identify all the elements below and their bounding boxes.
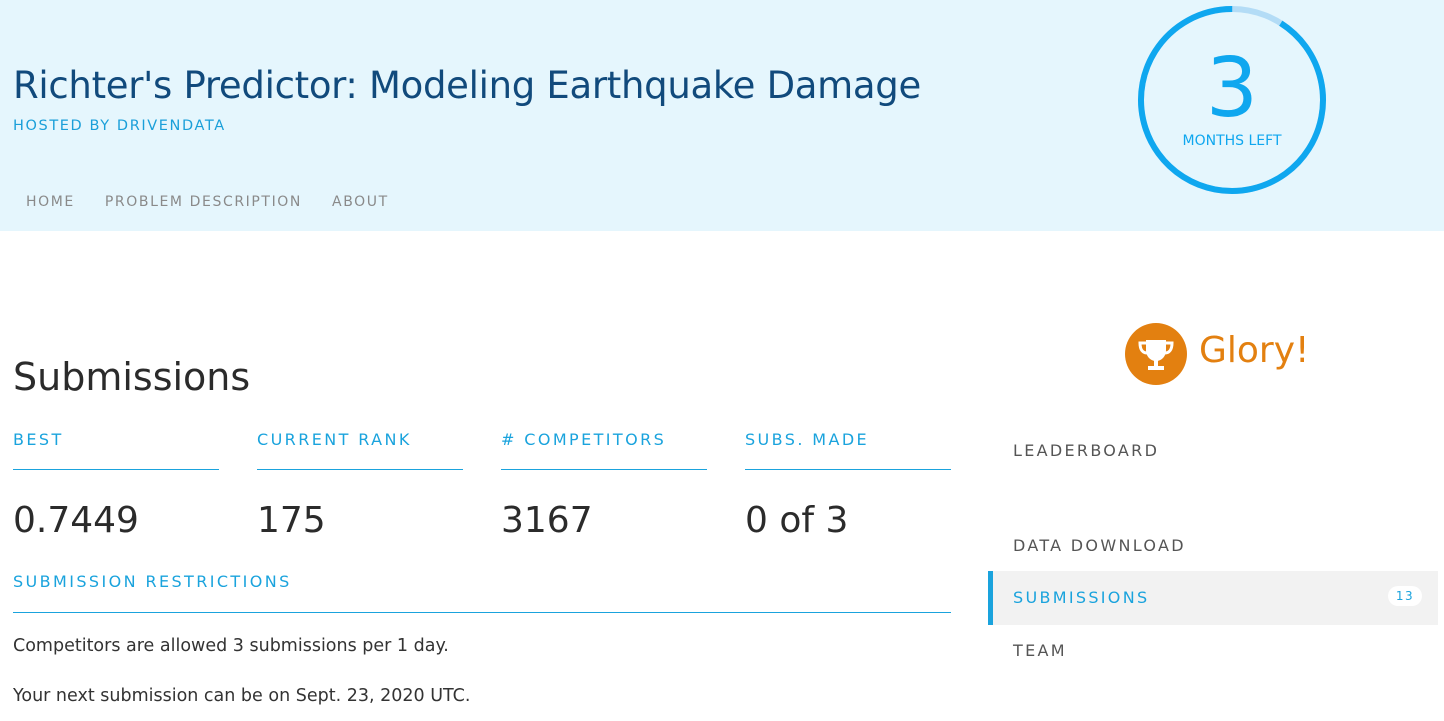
next-submission-date: Your next submission can be on Sept. 23,… (13, 686, 471, 706)
nav-about[interactable]: ABOUT (332, 194, 389, 210)
trophy-icon (1125, 323, 1187, 385)
competition-title: Richter's Predictor: Modeling Earthquake… (13, 64, 921, 107)
stat-subs-label: SUBS. MADE (745, 430, 870, 449)
competition-header: Richter's Predictor: Modeling Earthquake… (0, 0, 1444, 231)
restriction-rate: Competitors are allowed 3 submissions pe… (13, 636, 449, 656)
prize-label: Glory! (1199, 330, 1310, 371)
nav-problem-description[interactable]: PROBLEM DESCRIPTION (105, 194, 302, 210)
stat-competitors-label: # COMPETITORS (501, 430, 667, 449)
stat-rank-label: CURRENT RANK (257, 430, 412, 449)
sidebar-item-data-download[interactable]: DATA DOWNLOAD (1013, 536, 1186, 555)
stat-best-label: BEST (13, 430, 64, 449)
submissions-count-badge: 13 (1388, 586, 1422, 606)
countdown-label: MONTHS LEFT (1182, 133, 1282, 149)
sidebar-item-label: SUBMISSIONS (1013, 588, 1150, 607)
competition-nav: HOME PROBLEM DESCRIPTION ABOUT (26, 194, 419, 210)
restrictions-heading: SUBMISSION RESTRICTIONS (13, 572, 951, 613)
nav-home[interactable]: HOME (26, 194, 75, 210)
stat-competitors-value: 3167 (501, 500, 593, 541)
restrictions-heading-text: SUBMISSION RESTRICTIONS (13, 572, 292, 591)
host-label[interactable]: HOSTED BY DRIVENDATA (13, 118, 226, 134)
stat-current-rank: CURRENT RANK (257, 428, 463, 470)
sidebar-item-leaderboard[interactable]: LEADERBOARD (1013, 441, 1159, 460)
stat-best: BEST (13, 428, 219, 470)
stat-rank-value: 175 (257, 500, 326, 541)
sidebar-item-team[interactable]: TEAM (1013, 641, 1067, 660)
page-title: Submissions (13, 355, 251, 399)
sidebar-item-submissions[interactable]: SUBMISSIONS 13 (988, 571, 1438, 625)
countdown-value: 3 (1205, 41, 1259, 136)
stat-best-value: 0.7449 (13, 500, 139, 541)
stat-subs-made: SUBS. MADE (745, 428, 951, 470)
stat-competitors: # COMPETITORS (501, 428, 707, 470)
stat-subs-value: 0 of 3 (745, 500, 849, 541)
